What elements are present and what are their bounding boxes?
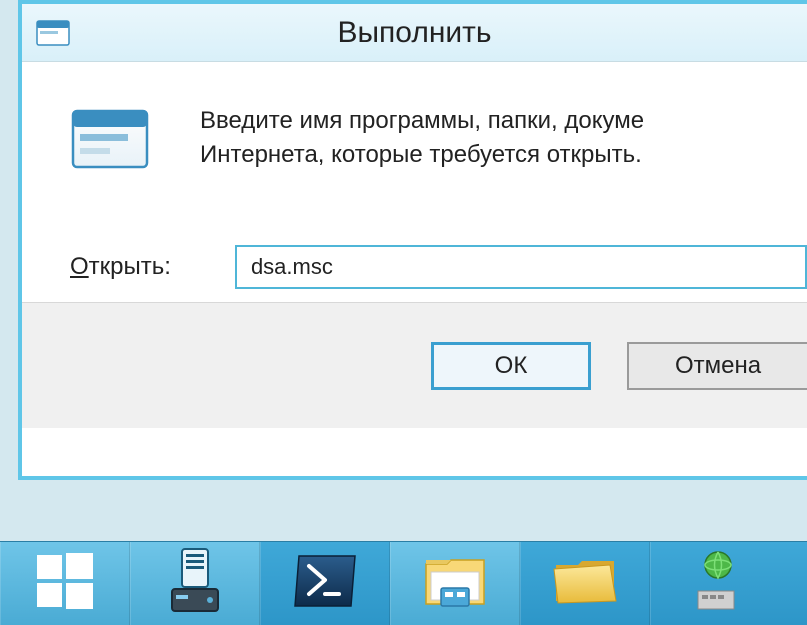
powershell-icon <box>291 552 359 615</box>
taskbar-folder[interactable] <box>520 542 650 625</box>
windows-logo-icon <box>35 551 95 616</box>
dialog-content: Введите имя программы, папки, докумеИнте… <box>22 62 807 212</box>
taskbar-powershell[interactable] <box>260 542 390 625</box>
input-row: Открыть: <box>22 212 807 302</box>
file-explorer-icon <box>423 552 487 615</box>
cancel-button[interactable]: Отмена <box>627 342 807 390</box>
open-label: Открыть: <box>70 253 171 281</box>
dialog-title: Выполнить <box>337 16 491 50</box>
run-icon <box>70 108 150 170</box>
titlebar[interactable]: Выполнить <box>22 4 807 62</box>
taskbar-network[interactable] <box>650 542 780 625</box>
taskbar-explorer[interactable] <box>390 542 520 625</box>
folder-icon <box>552 555 618 612</box>
globe-icon <box>696 551 736 616</box>
button-area: ОК Отмена <box>22 302 807 428</box>
server-icon <box>166 547 224 620</box>
start-button[interactable] <box>0 542 130 625</box>
open-input[interactable] <box>235 245 807 289</box>
run-icon-small <box>36 20 70 46</box>
ok-button[interactable]: ОК <box>431 342 591 390</box>
run-dialog-window: Выполнить Введите имя программы, папки, … <box>18 0 807 480</box>
taskbar <box>0 541 807 625</box>
taskbar-server-manager[interactable] <box>130 542 260 625</box>
dialog-description: Введите имя программы, папки, докумеИнте… <box>200 104 652 212</box>
